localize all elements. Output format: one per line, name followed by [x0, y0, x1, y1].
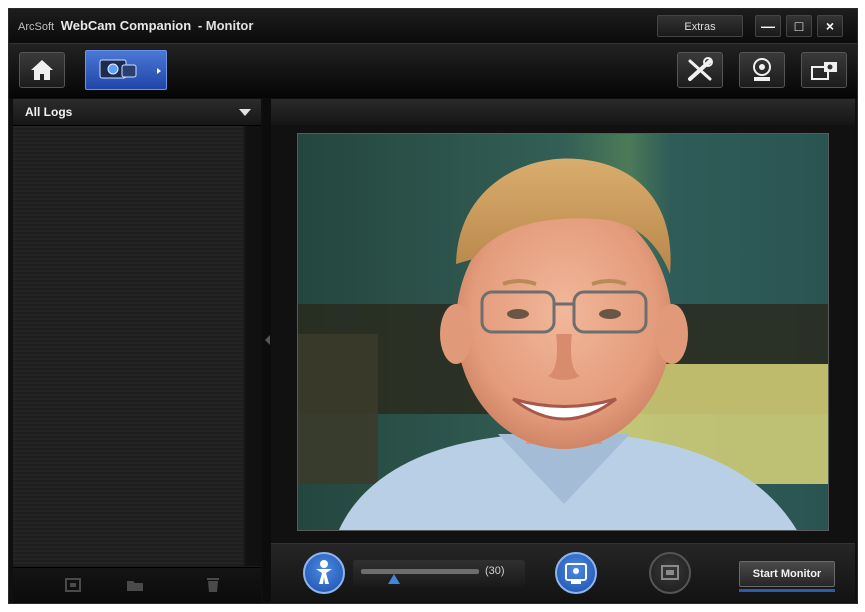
log-list-scrollbar[interactable]: [245, 126, 261, 566]
tools-icon: [688, 57, 713, 81]
home-button[interactable]: [19, 52, 65, 88]
folder-icon[interactable]: [125, 576, 145, 594]
webcam-feed-image: [298, 134, 828, 530]
monitor-icon: [99, 59, 161, 79]
home-icon: [31, 60, 53, 80]
monitor-controls: (30) Start Monitor: [271, 543, 855, 603]
logs-sidebar: All Logs: [13, 99, 261, 603]
panel-header: [271, 99, 855, 125]
close-button[interactable]: ×: [817, 15, 843, 37]
log-filter-dropdown[interactable]: All Logs: [13, 99, 261, 126]
mode-title: - Monitor: [197, 18, 254, 33]
sensitivity-slider-thumb[interactable]: [388, 574, 401, 584]
trash-icon[interactable]: [203, 576, 223, 594]
log-list[interactable]: [13, 126, 243, 566]
log-filter-label: All Logs: [25, 105, 73, 119]
camera-flip-button[interactable]: [801, 52, 847, 88]
webcam-icon: [753, 58, 771, 81]
screen-icon: [661, 565, 679, 580]
chevron-down-icon[interactable]: [239, 109, 251, 116]
monitor-panel: (30) Start Monitor: [271, 99, 855, 603]
title-bar[interactable]: ArcSoft WebCam Companion - Monitor Extra…: [9, 9, 857, 43]
person-icon: [316, 560, 332, 584]
main-toolbar: [9, 43, 857, 98]
extras-button[interactable]: Extras: [657, 15, 743, 37]
maximize-button[interactable]: □: [786, 15, 812, 37]
brand-label: ArcSoft: [18, 21, 55, 33]
webcam-button[interactable]: [739, 52, 785, 88]
settings-button[interactable]: [677, 52, 723, 88]
camera-flip-icon: [811, 62, 837, 80]
sensitivity-value: (30): [485, 565, 505, 577]
camera-preview: [297, 133, 829, 531]
window-title: ArcSoft WebCam Companion - Monitor: [18, 18, 253, 33]
motion-detect-button[interactable]: [303, 552, 345, 594]
panel-splitter[interactable]: [263, 99, 271, 602]
webcam-view-icon: [565, 563, 587, 584]
sidebar-footer: [13, 567, 261, 603]
app-name: WebCam Companion: [60, 18, 192, 33]
sensitivity-slider-box: (30): [353, 560, 525, 586]
snapshot-icon[interactable]: [63, 576, 83, 594]
start-monitor-highlight: [739, 589, 835, 592]
sensitivity-slider[interactable]: [361, 569, 479, 574]
monitor-tab[interactable]: [85, 50, 167, 90]
minimize-button[interactable]: —: [755, 15, 781, 37]
start-monitor-button[interactable]: Start Monitor: [739, 561, 835, 587]
app-window: ArcSoft WebCam Companion - Monitor Extra…: [8, 8, 858, 604]
monitor-preview-button[interactable]: [649, 552, 691, 594]
collapse-arrow-icon[interactable]: [265, 335, 270, 345]
webcam-view-button[interactable]: [555, 552, 597, 594]
